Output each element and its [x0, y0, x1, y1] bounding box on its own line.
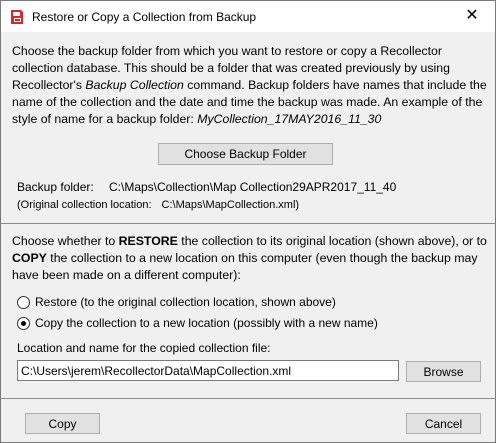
backup-folder-section: Choose the backup folder from which you … — [1, 32, 495, 222]
browse-button[interactable]: Browse — [406, 361, 481, 382]
title-bar[interactable]: Restore or Copy a Collection from Backup… — [1, 1, 495, 32]
dialog-footer: Copy Cancel — [1, 398, 495, 442]
original-location-line: (Original collection location: C:\Maps\Ma… — [17, 199, 299, 211]
copy-button[interactable]: Copy — [25, 413, 100, 434]
copy-keyword: COPY — [12, 251, 47, 265]
mode-instructions: Choose whether to RESTORE the collection… — [12, 233, 490, 284]
close-icon: ✕ — [465, 7, 479, 24]
recollector-app-icon — [9, 9, 25, 25]
mode-instructions-part3: the collection to a new location on this… — [12, 251, 478, 282]
choose-backup-folder-button[interactable]: Choose Backup Folder — [158, 143, 333, 165]
backup-command-name: Backup Collection — [85, 78, 184, 92]
backup-folder-example: MyCollection_17MAY2016_11_30 — [197, 112, 382, 126]
copy-option-label: Copy the collection to a new location (p… — [35, 316, 378, 330]
restore-option-label: Restore (to the original collection loca… — [35, 295, 336, 309]
copy-radio[interactable] — [17, 317, 30, 330]
close-button[interactable]: ✕ — [449, 1, 495, 32]
restore-keyword: RESTORE — [118, 234, 178, 248]
window-title: Restore or Copy a Collection from Backup — [32, 10, 257, 24]
backup-folder-value: C:\Maps\Collection\Map Collection29APR20… — [109, 180, 397, 194]
backup-folder-label: Backup folder: — [17, 180, 94, 194]
restore-radio[interactable] — [17, 296, 30, 309]
original-location-value: C:\Maps\MapCollection.xml) — [161, 199, 300, 211]
location-input[interactable] — [17, 360, 399, 381]
location-label: Location and name for the copied collect… — [17, 341, 271, 355]
mode-instructions-part1: Choose whether to — [12, 234, 119, 248]
mode-instructions-part2: the collection to its original location … — [177, 234, 487, 248]
original-location-label: (Original collection location: — [17, 199, 152, 211]
dialog-window: Restore or Copy a Collection from Backup… — [0, 0, 496, 443]
backup-instructions: Choose the backup folder from which you … — [12, 43, 487, 128]
restore-or-copy-section: Choose whether to RESTORE the collection… — [1, 223, 495, 397]
cancel-button[interactable]: Cancel — [406, 413, 481, 434]
